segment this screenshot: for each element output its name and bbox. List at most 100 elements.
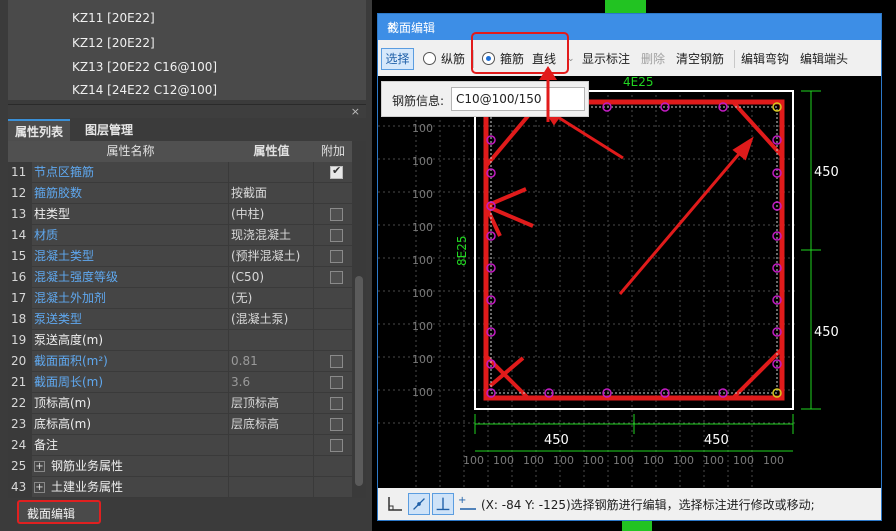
property-extra bbox=[314, 246, 352, 267]
property-scrollbar[interactable] bbox=[352, 141, 366, 498]
perpendicular-snap-icon[interactable] bbox=[432, 493, 454, 515]
property-value[interactable]: 按截面 bbox=[229, 183, 314, 204]
extra-checkbox[interactable] bbox=[330, 271, 343, 284]
extra-checkbox[interactable] bbox=[330, 418, 343, 431]
show-annotation-button[interactable]: 显示标注 bbox=[582, 50, 630, 68]
section-edit-label: 截面编辑 bbox=[27, 507, 76, 521]
extra-checkbox[interactable] bbox=[330, 229, 343, 242]
property-row[interactable]: 22 顶标高(m) 层顶标高 bbox=[8, 393, 352, 414]
extra-checkbox[interactable] bbox=[330, 164, 343, 179]
property-row-number: 14 bbox=[8, 225, 32, 246]
stirrup-rebar[interactable] bbox=[483, 99, 785, 401]
side-rebar-label[interactable]: 8E25 bbox=[455, 236, 469, 267]
extra-checkbox[interactable] bbox=[330, 355, 343, 368]
grid-label: 100 bbox=[412, 221, 433, 234]
property-row[interactable]: 25 + 钢筋业务属性 bbox=[8, 456, 352, 477]
property-row[interactable]: 18 泵送类型 (混凝土泵) bbox=[8, 309, 352, 330]
property-extra bbox=[314, 204, 352, 225]
dim-right-bottom[interactable]: 450 bbox=[814, 325, 839, 340]
property-row[interactable]: 14 材质 现浇混凝土 bbox=[8, 225, 352, 246]
property-name: 混凝土类型 bbox=[32, 246, 229, 267]
extra-checkbox[interactable] bbox=[330, 439, 343, 452]
property-row[interactable]: 17 混凝土外加剂 (无) bbox=[8, 288, 352, 309]
property-row[interactable]: 13 柱类型 (中柱) bbox=[8, 204, 352, 225]
property-row[interactable]: 21 截面周长(m) 3.6 bbox=[8, 372, 352, 393]
snap-mode-icon[interactable] bbox=[408, 493, 430, 515]
section-drawing[interactable]: 100 100 100 100 100 100 100 100 100 100 … bbox=[378, 75, 881, 488]
component-item-kz11[interactable]: KZ11 [20E22] bbox=[72, 8, 155, 29]
edit-hook-button[interactable]: 编辑弯钩 bbox=[741, 50, 789, 68]
property-value[interactable]: 现浇混凝土 bbox=[229, 225, 314, 246]
expand-icon[interactable]: + bbox=[34, 461, 45, 472]
property-value[interactable]: (无) bbox=[229, 288, 314, 309]
property-row[interactable]: 16 混凝土强度等级 (C50) bbox=[8, 267, 352, 288]
property-row[interactable]: 20 截面面积(m²) 0.81 bbox=[8, 351, 352, 372]
grid-label: 100 bbox=[613, 454, 634, 467]
property-name: 截面面积(m²) bbox=[32, 351, 229, 372]
section-edit-button[interactable]: 截面编辑 bbox=[17, 500, 101, 524]
component-item-kz12[interactable]: KZ12 [20E22] bbox=[72, 33, 155, 54]
grid-label: 100 bbox=[412, 386, 433, 399]
property-value[interactable] bbox=[229, 456, 314, 477]
header-extra: 附加 bbox=[320, 144, 345, 158]
dim-bottom-right[interactable]: 450 bbox=[704, 433, 729, 448]
tab-layer-management[interactable]: 图层管理 bbox=[78, 119, 140, 141]
extra-checkbox[interactable] bbox=[330, 376, 343, 389]
property-row-number: 25 bbox=[8, 456, 32, 477]
property-row[interactable]: 24 备注 bbox=[8, 435, 352, 456]
tab-property-list[interactable]: 属性列表 bbox=[8, 119, 71, 141]
extra-checkbox[interactable] bbox=[330, 250, 343, 263]
panel-close-icon[interactable]: × bbox=[351, 105, 360, 119]
property-value[interactable]: 3.6 bbox=[229, 372, 314, 393]
svg-text:+: + bbox=[458, 495, 466, 506]
component-item-kz13[interactable]: KZ13 [20E22 C16@100] bbox=[72, 57, 217, 78]
property-value[interactable] bbox=[229, 162, 314, 183]
property-value[interactable]: (预拌混凝土) bbox=[229, 246, 314, 267]
longitudinal-radio[interactable] bbox=[423, 52, 436, 65]
property-value[interactable]: (C50) bbox=[229, 267, 314, 288]
property-extra bbox=[314, 456, 352, 477]
property-value[interactable]: (混凝土泵) bbox=[229, 309, 314, 330]
delete-button[interactable]: 删除 bbox=[641, 50, 665, 68]
clear-rebar-button[interactable]: 清空钢筋 bbox=[676, 50, 724, 68]
section-drawing-svg[interactable]: 100 100 100 100 100 100 100 100 100 100 … bbox=[378, 75, 881, 488]
property-value[interactable]: 0.81 bbox=[229, 351, 314, 372]
dim-bottom-left[interactable]: 450 bbox=[544, 433, 569, 448]
property-extra bbox=[314, 351, 352, 372]
property-value[interactable]: 层顶标高 bbox=[229, 393, 314, 414]
property-extra bbox=[314, 414, 352, 435]
top-rebar-label[interactable]: 4E25 bbox=[623, 75, 654, 89]
component-item-kz14[interactable]: KZ14 [24E22 C12@100] bbox=[72, 80, 217, 101]
highlight-arrow bbox=[539, 66, 557, 122]
property-row[interactable]: 15 混凝土类型 (预拌混凝土) bbox=[8, 246, 352, 267]
property-value[interactable] bbox=[229, 435, 314, 456]
dim-right-top[interactable]: 450 bbox=[814, 165, 839, 180]
add-dimension-icon[interactable]: + bbox=[456, 493, 478, 515]
extra-checkbox[interactable] bbox=[330, 397, 343, 410]
property-row[interactable]: 11 节点区箍筋 bbox=[8, 162, 352, 183]
stirrup-hooks[interactable] bbox=[484, 100, 784, 400]
edit-end-button[interactable]: 编辑端头 bbox=[800, 50, 848, 68]
property-row[interactable]: 23 底标高(m) 层底标高 bbox=[8, 414, 352, 435]
extra-checkbox[interactable] bbox=[330, 208, 343, 221]
property-value[interactable]: (中柱) bbox=[229, 204, 314, 225]
dialog-titlebar[interactable]: 截面编辑 × bbox=[378, 14, 881, 40]
panel-splitter[interactable]: × bbox=[8, 104, 366, 118]
column-outline bbox=[474, 90, 794, 410]
scrollbar-thumb[interactable] bbox=[355, 276, 363, 486]
property-extra bbox=[314, 330, 352, 351]
longitudinal-label[interactable]: 纵筋 bbox=[441, 50, 465, 68]
property-value[interactable] bbox=[229, 477, 314, 498]
property-extra bbox=[314, 267, 352, 288]
ortho-mode-icon[interactable] bbox=[384, 493, 406, 515]
rebar-info-input[interactable]: C10@100/150 bbox=[451, 87, 585, 111]
property-value[interactable]: 层底标高 bbox=[229, 414, 314, 435]
dialog-close-icon[interactable]: × bbox=[387, 19, 873, 33]
property-row[interactable]: 19 泵送高度(m) bbox=[8, 330, 352, 351]
property-row[interactable]: 12 箍筋胶数 按截面 bbox=[8, 183, 352, 204]
property-value[interactable] bbox=[229, 330, 314, 351]
select-button[interactable]: 选择 bbox=[381, 48, 414, 70]
header-property-name: 属性名称 bbox=[106, 144, 155, 158]
property-row[interactable]: 43 + 土建业务属性 bbox=[8, 477, 352, 498]
expand-icon[interactable]: + bbox=[34, 482, 45, 493]
